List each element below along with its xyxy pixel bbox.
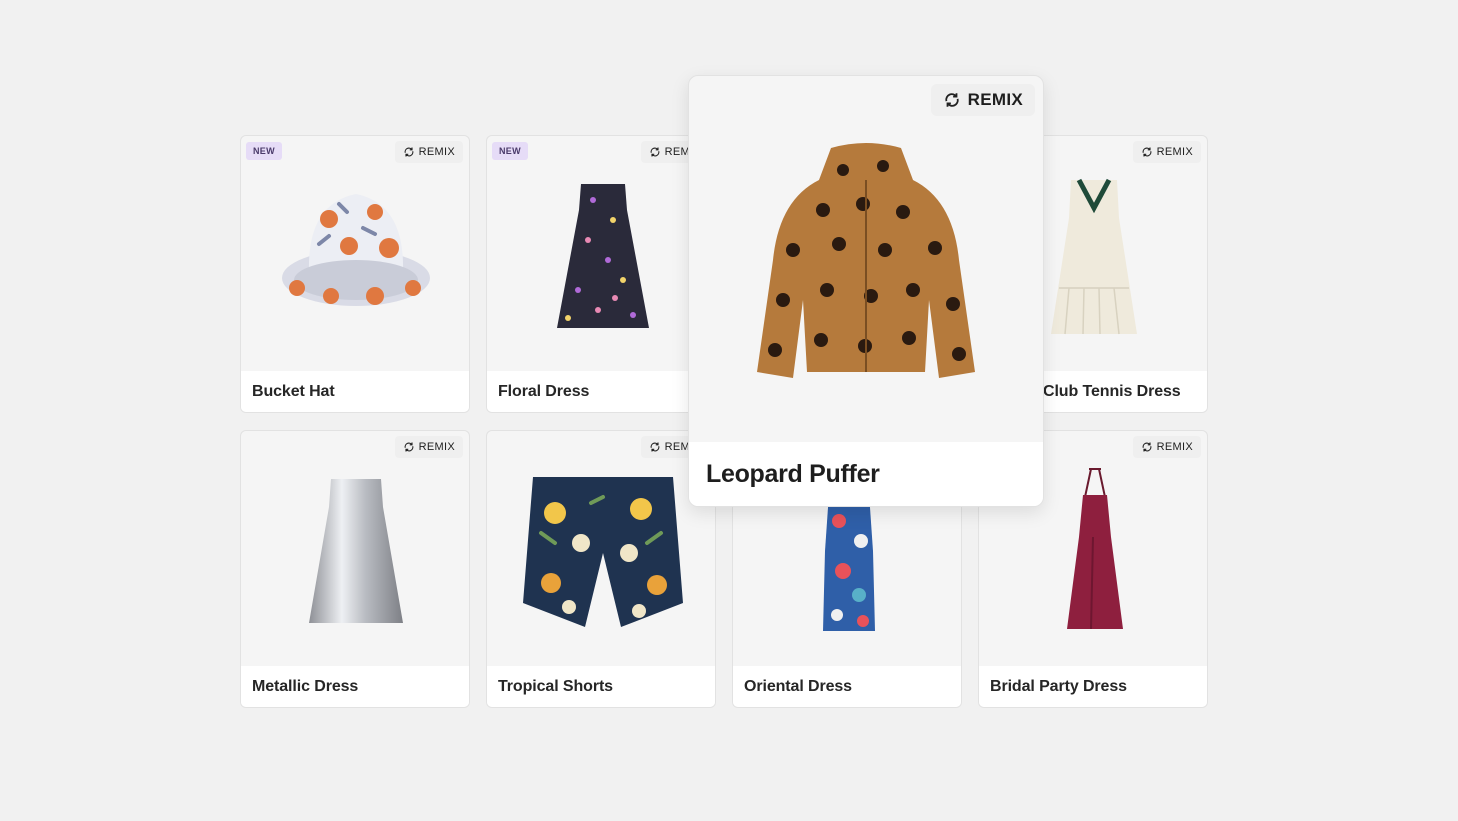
product-title: Club Tennis Dress [1043,382,1181,400]
featured-remix-button[interactable]: REMIX [930,84,1035,116]
product-card-bucket-hat[interactable]: NEW REMIX Bucket Hat [240,135,470,413]
oriental-dress-image [823,493,875,631]
remix-label: REMIX [418,146,455,158]
product-image [241,136,469,372]
card-footer: Metallic Dress [241,666,469,707]
remix-icon [944,93,959,107]
remix-icon [1142,442,1152,452]
remix-icon [650,147,660,157]
metallic-dress-image [309,479,403,623]
product-card-floral-dress[interactable]: NEW REMIX Floral Dress [486,135,716,413]
tropical-shorts-image [523,477,683,627]
remix-label: REMIX [418,441,455,453]
remix-label: REMIX [967,90,1023,109]
product-image [487,136,715,372]
product-card-tropical-shorts[interactable]: REMIX Tropical Shorts [486,430,716,708]
product-title: Metallic Dress [252,677,359,695]
card-footer: Oriental Dress [733,666,961,707]
tennis-dress-image [1051,178,1137,335]
product-title: Oriental Dress [744,677,852,695]
product-card-metallic-dress[interactable]: REMIX Metallic Dress [240,430,470,708]
leopard-puffer-image [757,143,975,378]
card-footer: Bucket Hat [241,371,469,412]
product-title: Tropical Shorts [498,677,613,695]
remix-icon [650,442,660,452]
product-image [241,431,469,667]
remix-button[interactable]: REMIX [1132,436,1201,458]
new-badge: NEW [246,142,282,160]
product-grid: NEW REMIX Bucket Hat NEW REMIX Floral Dr… [0,0,1458,821]
remix-label: REMIX [1156,146,1193,158]
bridal-dress-image [1067,468,1123,630]
card-footer: Tropical Shorts [487,666,715,707]
featured-card-leopard-puffer[interactable]: REMIX Leopard Puffer [688,75,1044,507]
remix-icon [1142,147,1152,157]
new-badge: NEW [492,142,528,160]
card-footer: Bridal Party Dress [979,666,1207,707]
featured-footer: Leopard Puffer [689,442,1043,506]
card-footer: Floral Dress [487,371,715,412]
remix-button[interactable]: REMIX [394,141,463,163]
product-title: Bridal Party Dress [990,677,1127,695]
remix-button[interactable]: REMIX [1132,141,1201,163]
product-title: Floral Dress [498,382,590,400]
featured-title: Leopard Puffer [706,459,880,488]
remix-button[interactable]: REMIX [394,436,463,458]
remix-icon [404,442,414,452]
bucket-hat-image [282,194,430,306]
product-title: Bucket Hat [252,382,335,400]
product-image [689,76,1043,442]
remix-label: REMIX [1156,441,1193,453]
product-image [487,431,715,667]
remix-icon [404,147,414,157]
floral-dress-image [557,184,649,328]
